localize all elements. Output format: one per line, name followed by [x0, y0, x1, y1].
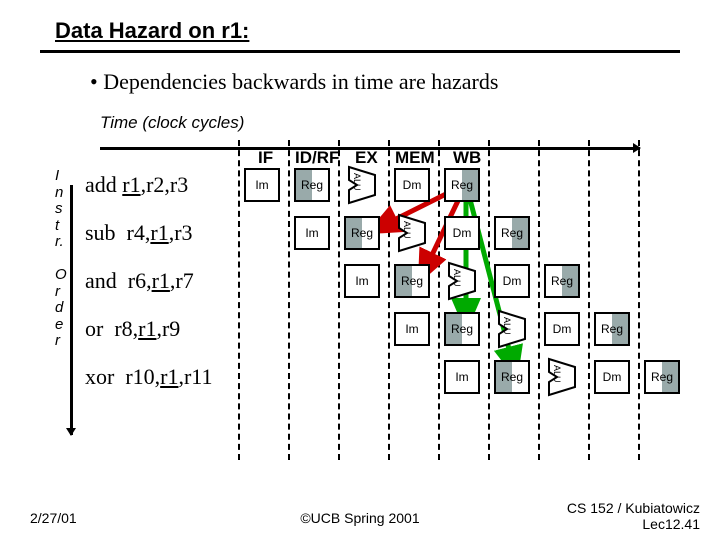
stage-box-im: Im — [294, 216, 330, 250]
stage-box-dm: Dm — [594, 360, 630, 394]
alu-label: ALU — [352, 173, 362, 191]
instruction-sub: sub r4,r1,r3 — [85, 220, 193, 246]
stage-box-reg-write: Reg — [594, 312, 630, 346]
stage-divider — [388, 140, 390, 460]
stage-divider — [238, 140, 240, 460]
stage-box-reg-read: Reg — [394, 264, 430, 298]
instruction-add: add r1,r2,r3 — [85, 172, 188, 198]
stage-divider — [288, 140, 290, 460]
stage-divider — [588, 140, 590, 460]
stage-divider — [488, 140, 490, 460]
stage-box-dm: Dm — [544, 312, 580, 346]
stage-box-dm: Dm — [444, 216, 480, 250]
bullet-text: • Dependencies backwards in time are haz… — [0, 53, 720, 95]
stage-box-dm: Dm — [494, 264, 530, 298]
stage-box-dm: Dm — [394, 168, 430, 202]
stage-if: IF — [258, 148, 273, 168]
stage-box-im: Im — [344, 264, 380, 298]
time-axis-label: Time (clock cycles) — [0, 95, 720, 133]
stage-divider — [438, 140, 440, 460]
alu-label: ALU — [452, 269, 462, 287]
stage-divider — [538, 140, 540, 460]
instruction-and: and r6,r1,r7 — [85, 268, 194, 294]
alu-label: ALU — [402, 221, 412, 239]
footer-date: 2/27/01 — [30, 510, 77, 526]
stage-box-reg-read: Reg — [294, 168, 330, 202]
stage-wb: WB — [453, 148, 481, 168]
pipeline-diagram: Instr. Order IF ID/RF EX MEM WB ImRegALU… — [0, 140, 720, 460]
stage-mem: MEM — [395, 148, 435, 168]
stage-box-im: Im — [394, 312, 430, 346]
instr-order-label: Instr. Order — [55, 168, 67, 350]
stage-box-reg-write: Reg — [444, 168, 480, 202]
stage-box-reg-read: Reg — [444, 312, 480, 346]
alu-label: ALU — [502, 317, 512, 335]
footer-copyright: ©UCB Spring 2001 — [300, 510, 419, 526]
stage-divider — [338, 140, 340, 460]
stage-box-im: Im — [244, 168, 280, 202]
order-arrow — [70, 185, 73, 435]
stage-box-reg-write: Reg — [544, 264, 580, 298]
stage-box-reg-read: Reg — [344, 216, 380, 250]
footer-course: CS 152 / KubiatowiczLec12.41 — [567, 500, 700, 532]
instruction-xor: xor r10,r1,r11 — [85, 364, 213, 390]
page-title: Data Hazard on r1: — [55, 18, 249, 43]
alu-label: ALU — [552, 365, 562, 383]
stage-id: ID/RF — [295, 148, 339, 168]
stage-box-reg-write: Reg — [494, 216, 530, 250]
instruction-or: or r8,r1,r9 — [85, 316, 180, 342]
stage-divider — [638, 140, 640, 460]
stage-box-reg-write: Reg — [644, 360, 680, 394]
stage-box-im: Im — [444, 360, 480, 394]
stage-box-reg-read: Reg — [494, 360, 530, 394]
